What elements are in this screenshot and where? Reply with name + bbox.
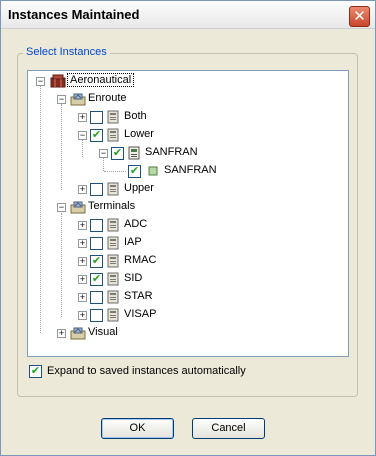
collapse-icon[interactable]: − (57, 203, 66, 212)
tree-node-visap[interactable]: + VISAP (28, 307, 156, 323)
star-checkbox[interactable] (90, 291, 103, 304)
collapse-icon[interactable]: − (57, 95, 66, 104)
layer-square-icon (145, 164, 161, 178)
tree-label: VISAP (124, 308, 157, 320)
tree-node-lower[interactable]: − ✔ Lower (28, 127, 154, 143)
tree-node-adc[interactable]: + ADC (28, 217, 148, 233)
window-title: Instances Maintained (8, 7, 140, 22)
expand-icon[interactable]: + (78, 113, 87, 122)
expand-icon[interactable]: + (78, 275, 87, 284)
expand-icon[interactable]: + (78, 221, 87, 230)
expand-icon[interactable]: + (78, 311, 87, 320)
dialog-window: Instances Maintained ✕ Select Instances … (0, 0, 376, 456)
chart-sheet-icon (105, 182, 121, 196)
close-icon: ✕ (353, 8, 366, 25)
chart-sheet-icon (105, 272, 121, 286)
expand-icon[interactable]: + (78, 239, 87, 248)
aeronautical-icon (50, 74, 66, 88)
cancel-button[interactable]: Cancel (192, 418, 265, 439)
tree-node-rmac[interactable]: + ✔ RMAC (28, 253, 156, 269)
tree-label: SID (124, 272, 143, 284)
adc-checkbox[interactable] (90, 219, 103, 232)
title-bar[interactable]: Instances Maintained ✕ (1, 1, 375, 29)
chart-sheet-icon (105, 290, 121, 304)
rmac-checkbox[interactable]: ✔ (90, 255, 103, 268)
sanfran-checkbox[interactable]: ✔ (111, 147, 124, 160)
tree-label: Enroute (88, 92, 127, 104)
close-button[interactable]: ✕ (349, 6, 370, 27)
tree-node-star[interactable]: + STAR (28, 289, 153, 305)
expand-saved-label: Expand to saved instances automatically (47, 365, 246, 377)
chart-sheet-icon (105, 254, 121, 268)
tree-line (104, 171, 126, 172)
visap-checkbox[interactable] (90, 309, 103, 322)
upper-checkbox[interactable] (90, 183, 103, 196)
expand-icon[interactable]: + (78, 293, 87, 302)
tree-node-aeronautical[interactable]: − Aeronautical (28, 73, 148, 89)
sanfran-child-checkbox[interactable]: ✔ (128, 165, 141, 178)
tree-node-both[interactable]: + Both (28, 109, 148, 125)
chart-sheet-icon (105, 236, 121, 250)
tree-node-terminals[interactable]: − Terminals (28, 199, 148, 215)
folder-map-icon (70, 326, 86, 340)
iap-checkbox[interactable] (90, 237, 103, 250)
tree-label: Terminals (88, 200, 136, 212)
tree-node-enroute[interactable]: − Enroute (28, 91, 148, 107)
tree-node-visual[interactable]: + Visual (28, 325, 148, 341)
sid-checkbox[interactable]: ✔ (90, 273, 103, 286)
lower-checkbox[interactable]: ✔ (90, 129, 103, 142)
tree-label: Visual (88, 326, 118, 338)
expand-icon[interactable]: + (78, 185, 87, 194)
expand-icon[interactable]: + (78, 257, 87, 266)
tree-label: RMAC (124, 254, 157, 266)
folder-map-icon (70, 92, 86, 106)
tree-node-iap[interactable]: + IAP (28, 235, 148, 251)
tree-label: Upper (124, 182, 154, 194)
tree-node-sid[interactable]: + ✔ SID (28, 271, 148, 287)
tree-node-upper[interactable]: + Upper (28, 181, 154, 197)
collapse-icon[interactable]: − (99, 149, 108, 158)
both-checkbox[interactable] (90, 111, 103, 124)
tree-node-sanfran[interactable]: − ✔ SANFRAN (28, 145, 208, 161)
instance-sheet-icon (126, 146, 142, 160)
chart-sheet-icon (105, 128, 121, 142)
tree-label: IAP (124, 236, 142, 248)
tree-label: Lower (124, 128, 154, 140)
group-legend: Select Instances (23, 46, 110, 58)
instances-tree[interactable]: − Aeronautical − Enroute + Both − ✔ Lowe… (27, 70, 349, 357)
chart-sheet-icon (105, 308, 121, 322)
ok-button[interactable]: OK (101, 418, 174, 439)
folder-map-icon (70, 200, 86, 214)
collapse-icon[interactable]: − (78, 131, 87, 140)
chart-sheet-icon (105, 218, 121, 232)
tree-label: Both (124, 110, 147, 122)
tree-node-sanfran-child[interactable]: ✔ SANFRAN (28, 163, 228, 179)
collapse-icon[interactable]: − (36, 77, 45, 86)
tree-label: ADC (124, 218, 148, 230)
expand-saved-checkbox[interactable]: ✔ (29, 365, 42, 378)
tree-label: SANFRAN (164, 164, 217, 176)
tree-label: Aeronautical (66, 73, 135, 87)
tree-label: STAR (124, 290, 153, 302)
tree-label: SANFRAN (145, 146, 198, 158)
chart-sheet-icon (105, 110, 121, 124)
expand-icon[interactable]: + (57, 329, 66, 338)
